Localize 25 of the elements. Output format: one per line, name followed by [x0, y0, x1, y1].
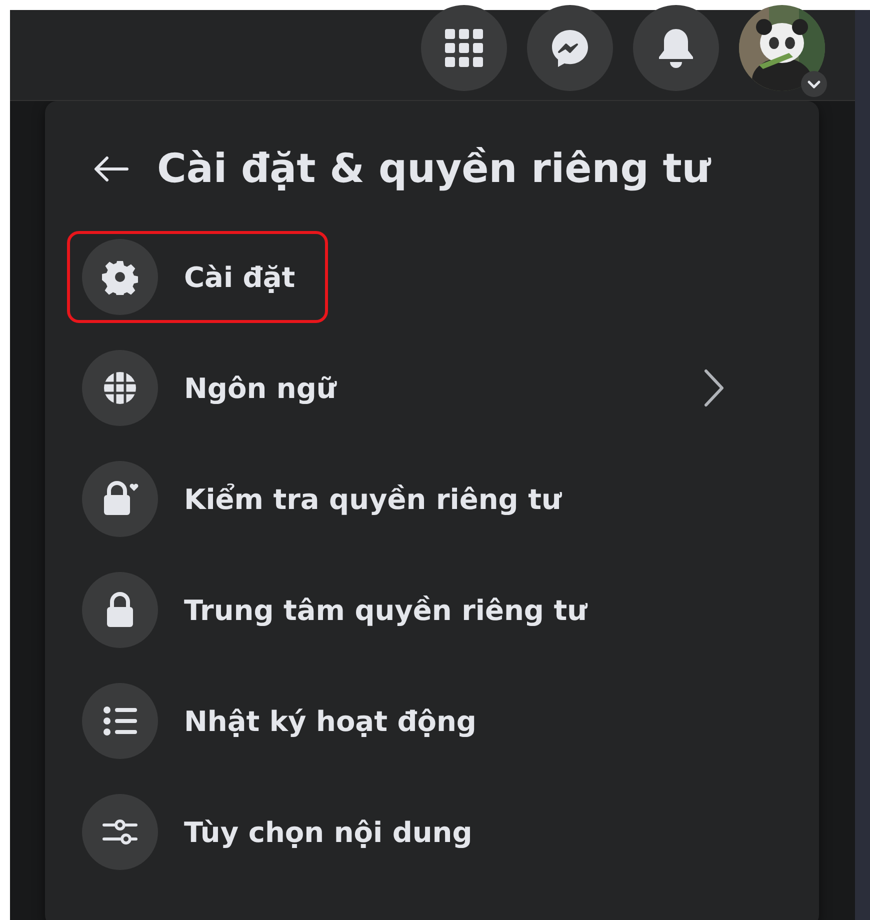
menu-title: Cài đặt & quyền riêng tư	[157, 146, 710, 192]
sliders-icon	[102, 818, 138, 846]
menu-item[interactable]: Trung tâm quyền riêng tư	[67, 564, 747, 656]
menu-item-label: Trung tâm quyền riêng tư	[184, 594, 589, 626]
list-icon	[103, 706, 137, 736]
menu-item-label: Kiểm tra quyền riêng tư	[184, 482, 563, 516]
messenger-icon	[549, 27, 591, 69]
menu-item[interactable]: Cài đặt	[67, 231, 328, 323]
lock-icon	[105, 592, 135, 628]
menu-item-label: Ngôn ngữ	[184, 372, 338, 404]
menu-item[interactable]: Nhật ký hoạt động	[67, 675, 747, 767]
menu-item-label: Tùy chọn nội dung	[184, 816, 474, 848]
grid-icon	[445, 29, 483, 67]
bell-icon	[656, 27, 696, 69]
scrollbar[interactable]	[855, 10, 870, 920]
menu-item-label: Cài đặt	[184, 260, 296, 294]
menu-item[interactable]: Tùy chọn nội dung	[67, 786, 747, 878]
back-arrow-icon	[93, 155, 129, 183]
gear-icon	[102, 259, 138, 295]
menu-item[interactable]: Ngôn ngữ	[67, 342, 747, 434]
lock-heart-icon	[101, 481, 139, 517]
menu-item-label: Nhật ký hoạt động	[184, 704, 478, 738]
globe-icon	[102, 370, 138, 406]
chevron-down-icon[interactable]	[801, 71, 827, 97]
menu-item[interactable]: Kiểm tra quyền riêng tư	[67, 453, 747, 545]
